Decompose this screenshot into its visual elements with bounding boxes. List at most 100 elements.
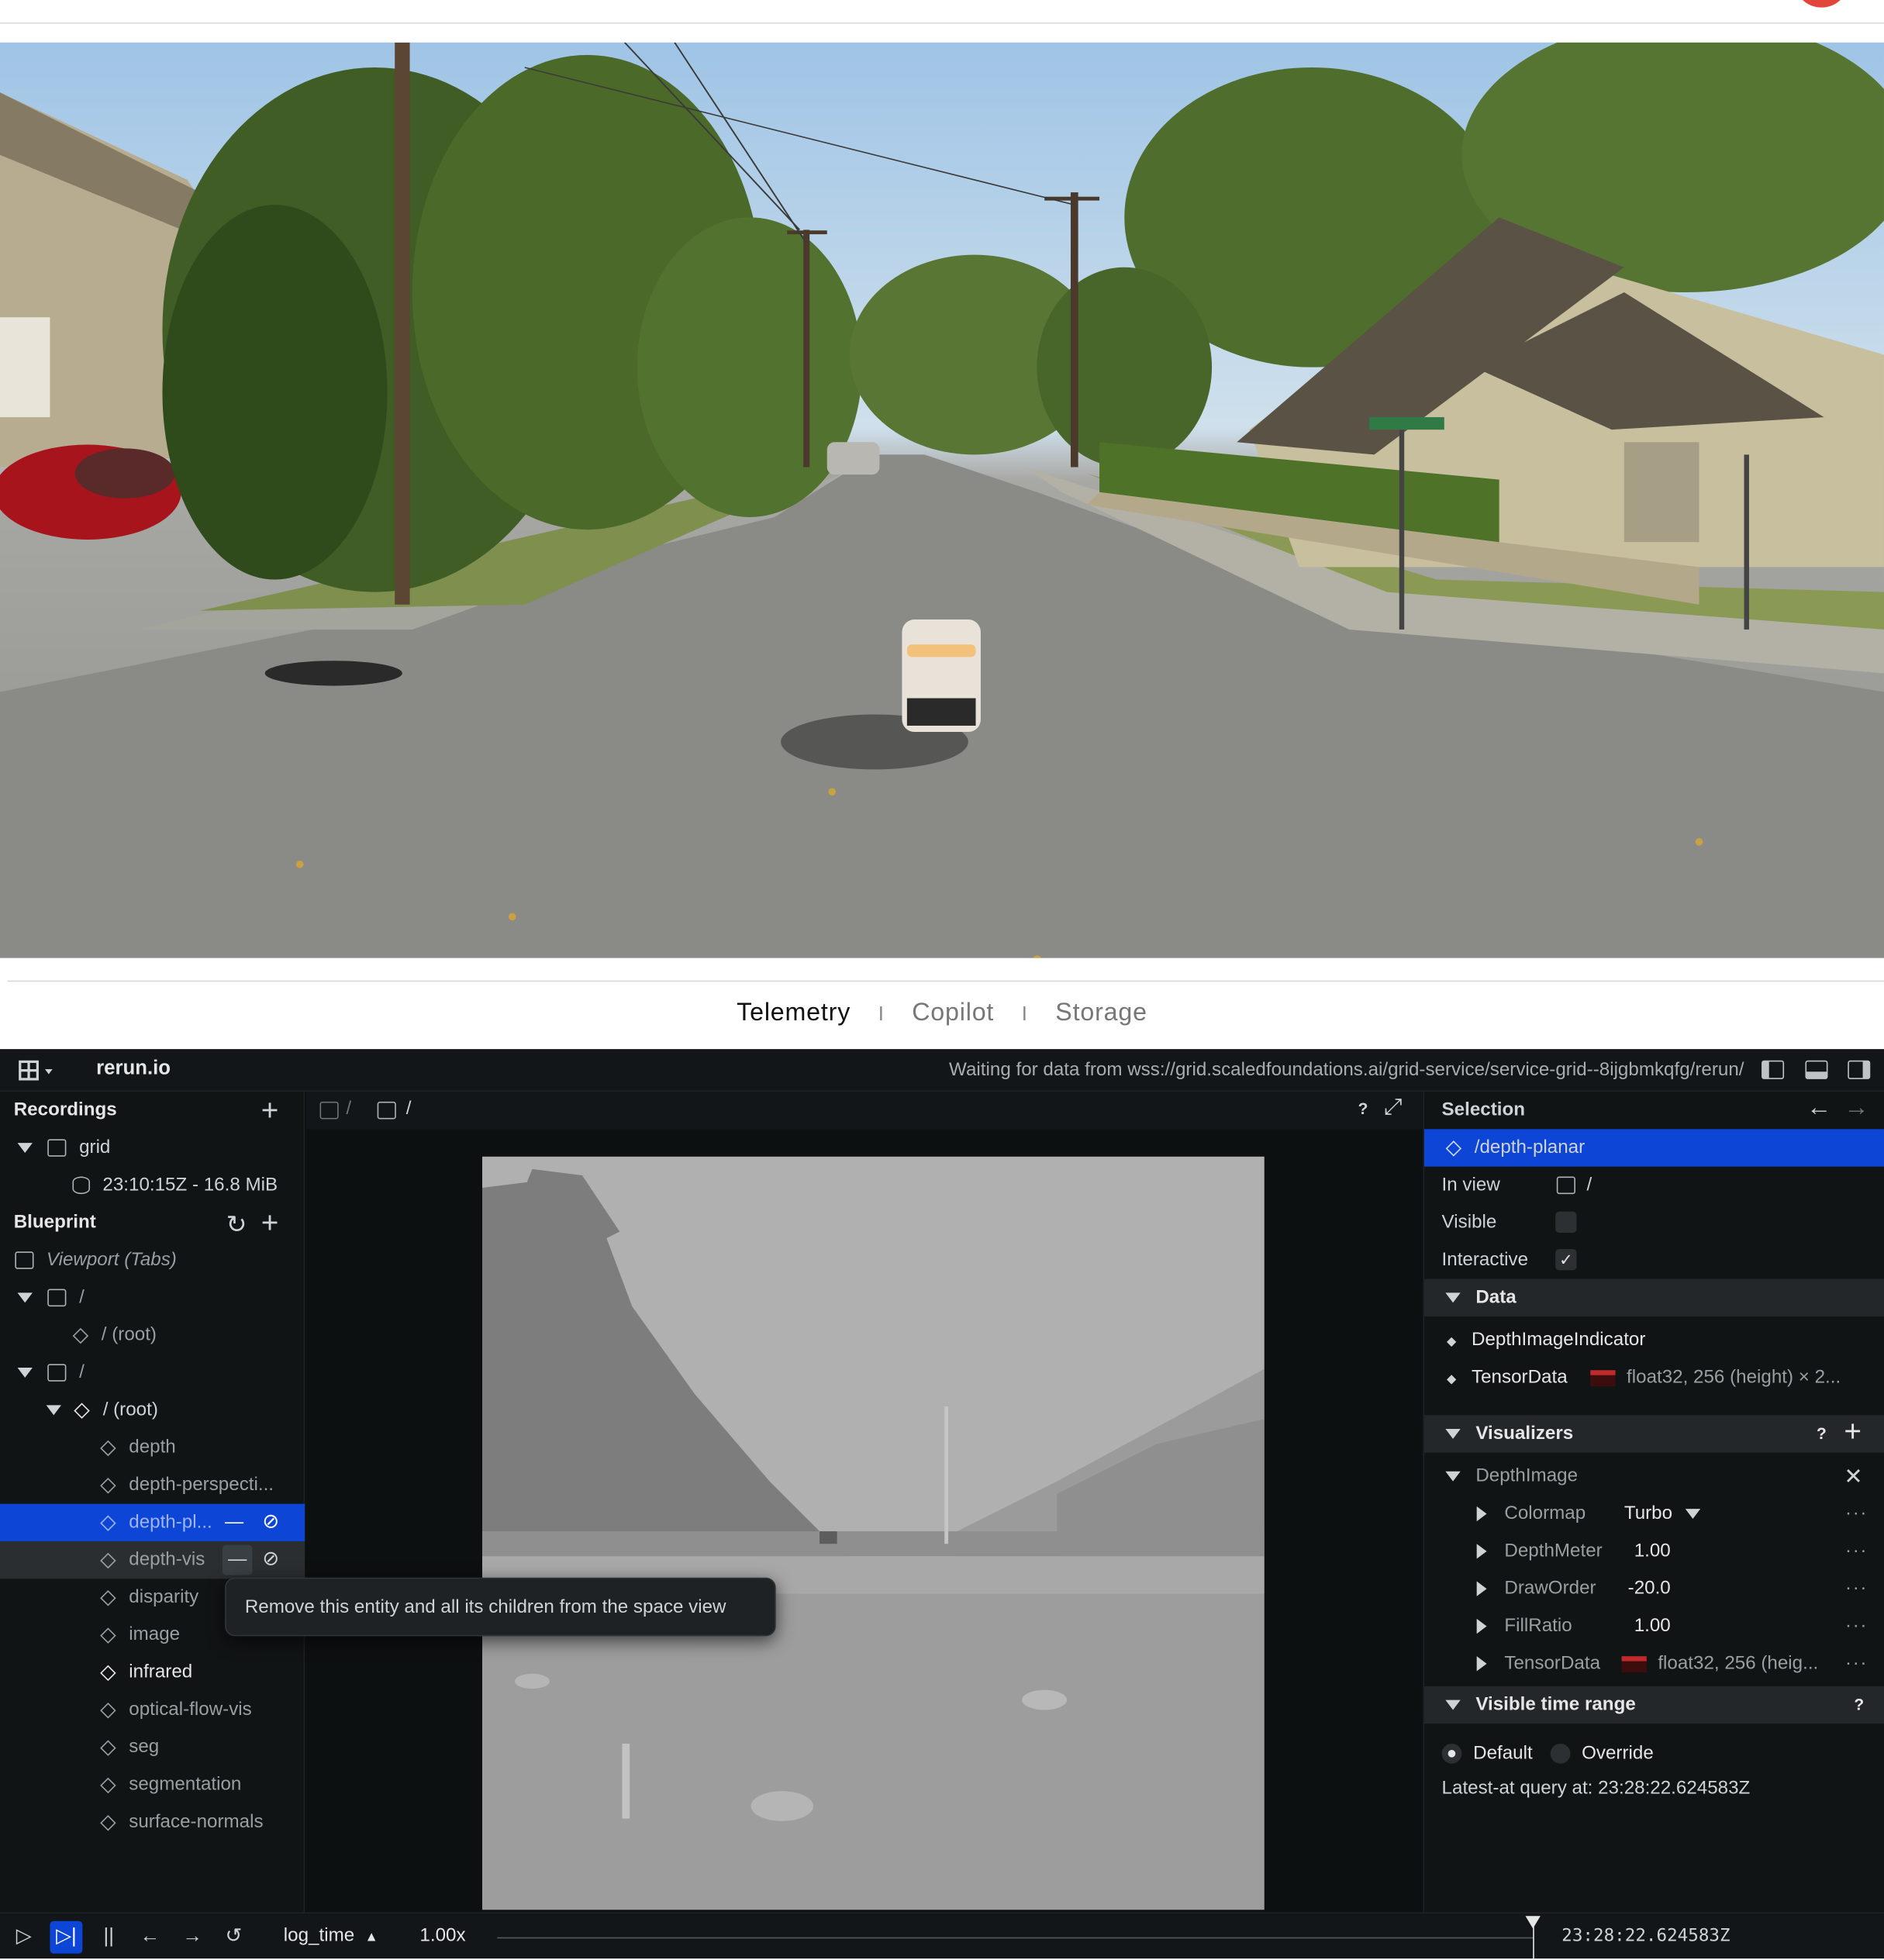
collapse-icon[interactable] [46, 1405, 61, 1416]
follow-icon[interactable]: ▷| [50, 1920, 83, 1954]
property-row[interactable]: FillRatio 1.00 ··· [1424, 1607, 1884, 1644]
more-icon[interactable]: ··· [1845, 1607, 1868, 1644]
latest-at-text: Latest-at query at: 23:28:22.624583Z [1441, 1777, 1751, 1799]
root-item[interactable]: / (root) [0, 1316, 305, 1354]
depth-image-view[interactable] [482, 1156, 1265, 1910]
entity-item[interactable]: depth [0, 1429, 305, 1466]
help-icon[interactable]: ? [1817, 1415, 1827, 1452]
forward-arrow-icon[interactable]: → [1844, 1094, 1868, 1123]
tab-telemetry[interactable]: Telemetry [737, 999, 851, 1028]
property-value[interactable]: -20.0 [1628, 1570, 1671, 1607]
help-icon[interactable]: ? [1854, 1686, 1864, 1724]
collapse-icon[interactable] [1445, 1471, 1461, 1482]
step-back-icon[interactable]: ← [133, 1921, 166, 1954]
tab-label[interactable]: / [346, 1098, 351, 1119]
visible-checkbox[interactable] [1555, 1211, 1577, 1234]
toggle-bottom-panel-icon[interactable] [1805, 1060, 1828, 1079]
expand-icon[interactable] [1476, 1581, 1487, 1596]
recording-grid[interactable]: grid [0, 1129, 305, 1166]
entity-item[interactable]: infrared [0, 1654, 305, 1691]
close-icon[interactable]: ✕ [1844, 1458, 1862, 1495]
collapse-icon[interactable] [1445, 1292, 1461, 1303]
recording-info[interactable]: 23:10:15Z - 16.8 MiB [0, 1167, 305, 1204]
override-label[interactable]: Override [1582, 1742, 1654, 1763]
more-icon[interactable]: ··· [1845, 1645, 1868, 1682]
entity-item[interactable]: segmentation [0, 1766, 305, 1803]
colormap-dropdown[interactable]: Turbo [1624, 1495, 1700, 1532]
visibility-off-icon[interactable]: ⊘ [262, 1541, 279, 1579]
collapse-icon[interactable] [1445, 1429, 1461, 1439]
property-value[interactable]: 1.00 [1634, 1607, 1671, 1644]
tab-label[interactable]: / [406, 1098, 412, 1119]
override-radio[interactable] [1550, 1744, 1571, 1764]
time-range-section-header[interactable]: Visible time range ? [1423, 1686, 1884, 1724]
space-view-3d-item[interactable]: / [0, 1354, 305, 1391]
more-icon[interactable]: ··· [1845, 1495, 1868, 1532]
entity-item[interactable]: seg [0, 1729, 305, 1766]
loop-icon[interactable]: ↺ [217, 1921, 250, 1954]
viewport-item[interactable]: Viewport (Tabs) [0, 1241, 305, 1278]
back-arrow-icon[interactable]: ← [1806, 1094, 1831, 1123]
collapse-icon[interactable] [17, 1368, 33, 1378]
data-section-header[interactable]: Data [1423, 1278, 1884, 1316]
toggle-left-panel-icon[interactable] [1762, 1060, 1785, 1079]
add-space-view-icon[interactable]: + [261, 1209, 279, 1239]
root-item-expanded[interactable]: / (root) [0, 1392, 305, 1429]
entity-label: depth-perspecti... [129, 1473, 274, 1496]
more-icon[interactable]: ··· [1845, 1570, 1868, 1607]
entity-item[interactable]: depth-perspecti... [0, 1466, 305, 1503]
timeline-track[interactable] [497, 1937, 1534, 1939]
space-view-2d-item[interactable]: / [0, 1279, 305, 1316]
entity-icon [74, 1402, 91, 1419]
remove-entity-button[interactable]: — [225, 1504, 243, 1541]
maximize-icon[interactable]: ⤢ [1384, 1094, 1402, 1120]
entity-item[interactable]: optical-flow-vis [0, 1691, 305, 1728]
visualizer-row[interactable]: DepthImage ✕ [1424, 1458, 1884, 1495]
selected-entity-row[interactable]: /depth-planar [1423, 1129, 1884, 1167]
entity-icon [100, 1627, 116, 1644]
timeline-selector[interactable]: log_time ▲ [284, 1925, 378, 1946]
data-item[interactable]: ◆ TensorData float32, 256 (height) × 2..… [1424, 1359, 1884, 1396]
property-row[interactable]: DepthMeter 1.00 ··· [1424, 1533, 1884, 1570]
visibility-off-icon[interactable]: ⊘ [262, 1504, 279, 1541]
user-avatar[interactable] [1793, 0, 1849, 8]
collapse-icon[interactable] [17, 1292, 33, 1303]
play-icon[interactable]: ▷ [8, 1921, 40, 1954]
default-radio[interactable] [1441, 1744, 1462, 1764]
expand-icon[interactable] [1476, 1618, 1487, 1634]
tab-copilot[interactable]: Copilot [912, 999, 994, 1028]
step-forward-icon[interactable]: → [176, 1921, 209, 1954]
entity-item-hovered[interactable]: depth-vis — ⊘ [0, 1541, 305, 1579]
expand-icon[interactable] [1476, 1656, 1487, 1672]
playback-speed[interactable]: 1.00x [419, 1925, 465, 1946]
entity-item[interactable]: surface-normals [0, 1803, 305, 1841]
more-icon[interactable]: ··· [1845, 1533, 1868, 1570]
remove-entity-button[interactable]: — [222, 1544, 253, 1575]
entity-item-selected[interactable]: depth-pl... — ⊘ [0, 1503, 305, 1541]
3d-view-icon[interactable] [1556, 1176, 1575, 1195]
chevron-up-icon: ▲ [364, 1929, 378, 1945]
tab-storage[interactable]: Storage [1055, 999, 1147, 1028]
rerun-menu-icon[interactable] [18, 1059, 55, 1082]
expand-icon[interactable] [1476, 1544, 1487, 1559]
toggle-right-panel-icon[interactable] [1848, 1060, 1871, 1079]
data-item[interactable]: ◆ DepthImageIndicator [1424, 1321, 1884, 1358]
property-row[interactable]: TensorData float32, 256 (heig... ··· [1424, 1645, 1884, 1682]
pause-icon[interactable]: || [92, 1921, 125, 1954]
property-value[interactable]: 1.00 [1634, 1533, 1671, 1570]
2d-view-tab-icon[interactable] [319, 1101, 339, 1120]
in-view-value[interactable]: / [1586, 1167, 1592, 1204]
default-label[interactable]: Default [1473, 1742, 1533, 1763]
visualizers-section-header[interactable]: Visualizers ? + [1423, 1414, 1884, 1453]
interactive-checkbox[interactable]: ✓ [1555, 1249, 1577, 1271]
collapse-icon[interactable] [17, 1143, 33, 1154]
property-row[interactable]: Colormap Turbo ··· [1424, 1495, 1884, 1532]
add-recording-icon[interactable]: + [261, 1096, 279, 1127]
expand-icon[interactable] [1476, 1506, 1487, 1522]
add-visualizer-icon[interactable]: + [1844, 1414, 1862, 1451]
3d-view-tab-icon[interactable] [377, 1101, 396, 1120]
collapse-icon[interactable] [1445, 1699, 1461, 1710]
property-row[interactable]: DrawOrder -20.0 ··· [1424, 1570, 1884, 1607]
reset-blueprint-icon[interactable]: ↻ [226, 1209, 247, 1240]
help-icon[interactable]: ? [1358, 1099, 1368, 1118]
